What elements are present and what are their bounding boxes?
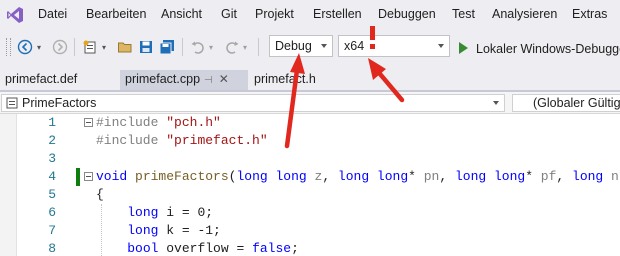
code-editor[interactable]: 1 #include "pch.h" 2 #include "primefact… [0, 114, 620, 256]
code-line: 8 bool overflow = false; [0, 240, 620, 256]
menu-build[interactable]: Erstellen [313, 7, 362, 21]
tab-label: primefact.cpp [125, 72, 201, 86]
chevron-down-icon [438, 44, 444, 48]
line-number: 8 [48, 241, 56, 256]
code-text: #include "pch.h" [96, 115, 221, 130]
project-icon [6, 97, 18, 109]
open-folder-icon[interactable] [115, 37, 135, 57]
toolbar-separator [182, 38, 183, 56]
redo-dropdown-icon[interactable]: ▾ [241, 37, 249, 57]
chevron-down-icon [493, 101, 499, 105]
solution-platform-value: x64 [344, 39, 365, 53]
line-number: 1 [48, 115, 56, 130]
code-text: bool overflow = false; [127, 241, 299, 256]
start-debugging-icon[interactable] [459, 42, 468, 54]
collapse-icon[interactable] [84, 118, 93, 127]
visual-studio-logo-icon[interactable] [6, 6, 24, 24]
menu-tools[interactable]: Extras [572, 7, 607, 21]
tab-label: primefact.def [5, 72, 78, 86]
menu-test[interactable]: Test [452, 7, 475, 21]
toolbar-separator [74, 38, 75, 56]
back-icon[interactable] [15, 37, 35, 57]
new-item-dropdown-icon[interactable]: ▾ [100, 37, 108, 57]
global-scope-value: (Globaler Gültigk [533, 96, 620, 110]
solution-configuration-dropdown[interactable]: Debug [269, 35, 333, 57]
change-indicator [76, 168, 80, 186]
chevron-down-icon [321, 44, 327, 48]
code-text: #include "primefact.h" [96, 133, 268, 148]
code-line: 6 long i = 0; [0, 204, 620, 222]
toolbar-separator [258, 38, 259, 56]
code-line: 4 void primeFactors(long long z, long lo… [0, 168, 620, 186]
line-number: 2 [48, 133, 56, 148]
undo-dropdown-icon[interactable]: ▾ [207, 37, 215, 57]
code-line: 5 { [0, 186, 620, 204]
menu-edit[interactable]: Bearbeiten [86, 7, 146, 21]
global-scope-dropdown[interactable]: (Globaler Gültigk [512, 94, 620, 112]
code-line: 7 long k = -1; [0, 222, 620, 240]
menu-file[interactable]: Datei [38, 7, 67, 21]
navigation-bar: PrimeFactors (Globaler Gültigk [0, 92, 620, 114]
save-icon[interactable] [136, 37, 156, 57]
indent-guide [101, 204, 102, 256]
project-scope-dropdown[interactable]: PrimeFactors [1, 94, 505, 112]
toolbar: ▾ ▾ ▾ ▾ Debug x64 Lokaler Windows-Debugg… [0, 30, 620, 64]
tab-label: primefact.h [254, 72, 316, 86]
close-icon[interactable]: ✕ [219, 72, 229, 86]
line-number: 4 [48, 169, 56, 184]
pin-icon[interactable]: ⊣ [204, 75, 213, 86]
line-number: 3 [48, 151, 56, 166]
code-line: 2 #include "primefact.h" [0, 132, 620, 150]
redo-icon[interactable] [222, 37, 242, 57]
code-text: { [96, 187, 104, 202]
start-debugging-button[interactable]: Lokaler Windows-Debugger [476, 42, 620, 56]
menu-view[interactable]: Ansicht [161, 7, 202, 21]
document-tabs: primefact.def primefact.cpp ⊣ ✕ primefact.… [0, 70, 620, 90]
code-text: long i = 0; [127, 205, 214, 220]
new-item-icon[interactable] [80, 37, 100, 57]
code-text: long k = -1; [127, 223, 221, 238]
back-dropdown-icon[interactable]: ▾ [35, 37, 43, 57]
line-number: 7 [48, 223, 56, 238]
menu-project[interactable]: Projekt [255, 7, 294, 21]
code-line: 1 #include "pch.h" [0, 114, 620, 132]
tab-primefact-h[interactable]: primefact.h [249, 70, 349, 90]
line-number: 5 [48, 187, 56, 202]
line-number: 6 [48, 205, 56, 220]
save-all-icon[interactable] [157, 37, 177, 57]
menu-git[interactable]: Git [221, 7, 237, 21]
tab-primefact-cpp[interactable]: primefact.cpp ⊣ ✕ [120, 70, 248, 90]
project-scope-value: PrimeFactors [22, 96, 97, 110]
menu-analyze[interactable]: Analysieren [492, 7, 557, 21]
undo-icon[interactable] [188, 37, 208, 57]
code-line: 3 [0, 150, 620, 168]
tab-primefact-def[interactable]: primefact.def [0, 70, 118, 90]
code-text: void primeFactors(long long z, long long… [96, 169, 620, 184]
forward-icon[interactable] [50, 37, 70, 57]
solution-platform-dropdown[interactable]: x64 [338, 35, 450, 57]
solution-configuration-value: Debug [275, 39, 312, 53]
collapse-icon[interactable] [84, 172, 93, 181]
menu-bar: Datei Bearbeiten Ansicht Git Projekt Ers… [0, 0, 620, 30]
toolbar-grip[interactable] [6, 38, 11, 56]
menu-debug[interactable]: Debuggen [378, 7, 436, 21]
